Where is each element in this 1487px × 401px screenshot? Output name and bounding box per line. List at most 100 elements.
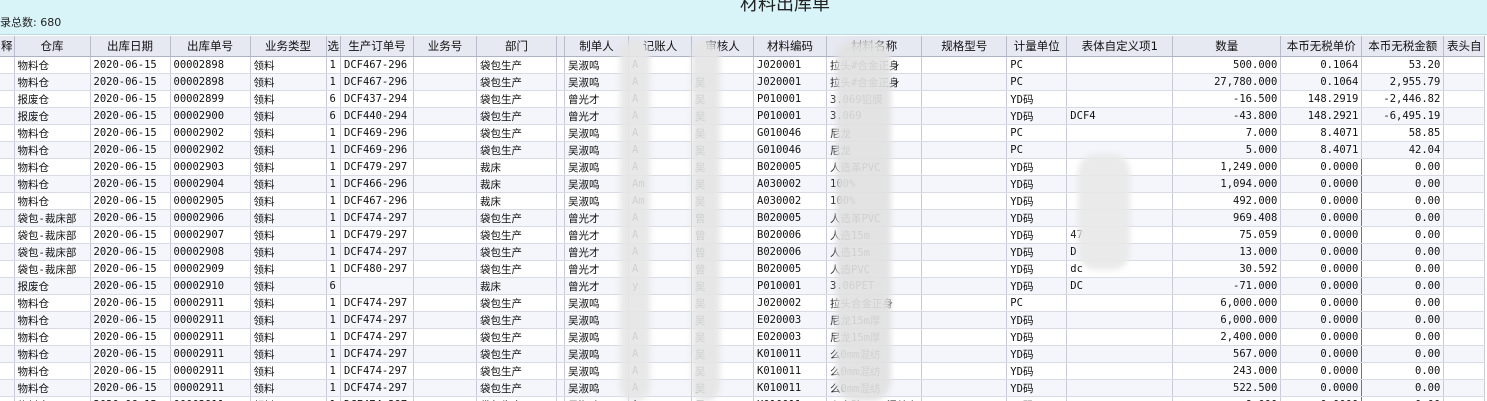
table-row[interactable]: 袋包-裁床部 2020-06-15 00002906 领料 1 DCF474-297 袋包生… [0, 209, 1486, 227]
column-header[interactable]: 本币无税单价 [1280, 36, 1363, 57]
table-cell [1066, 345, 1174, 363]
table-cell: 袋包生产 [476, 73, 557, 91]
column-header[interactable]: 数量 [1172, 36, 1282, 57]
table-row[interactable]: 物料仓 2020-06-15 00002904 领料 1 DCF466-296 裁床 吴淑鸣 A… [0, 175, 1486, 193]
table-row[interactable]: 物料仓 2020-06-15 00002902 领料 1 DCF469-296 袋包生产 吴淑… [0, 141, 1486, 159]
column-header[interactable]: 表体自定义项1 [1066, 36, 1174, 57]
table-row[interactable]: 袋包-裁床部 2020-06-15 00002908 领料 1 DCF474-297 袋包生… [0, 243, 1486, 261]
table-cell: 1,249.000 [1172, 158, 1282, 176]
table-cell [556, 90, 565, 108]
table-row[interactable]: 物料仓2020-06-1500002911领料1DCF474-297袋包生产吴淑… [0, 379, 1486, 397]
table-cell: 报废仓 [14, 90, 91, 108]
table-cell: 领料 [250, 141, 327, 159]
column-header[interactable]: 业务号 [413, 36, 477, 57]
table-cell [413, 209, 477, 227]
table-cell: DCF4 [1066, 107, 1174, 125]
table-row[interactable]: 报废仓2020-06-1500002910领料6裁床曾光才y吴P0100013.… [0, 277, 1486, 295]
table-cell: 袋包生产 [476, 90, 557, 108]
table-cell: B020006 [753, 226, 827, 244]
column-header[interactable]: 生产订单号 [340, 36, 414, 57]
table-row[interactable]: 物料仓2020-06-1500002911领料1DCF474-297袋包生产吴淑… [0, 396, 1486, 401]
column-header[interactable]: 表头自 [1443, 36, 1486, 57]
column-header[interactable]: 出库单号 [170, 36, 251, 57]
table-cell: 袋包生产 [476, 379, 557, 397]
column-header[interactable]: 规格型号 [921, 36, 1008, 57]
table-cell: B020005 [753, 260, 827, 278]
table-row[interactable]: 物料仓2020-06-1500002903领料1DCF479-297裁床吴淑鸣A… [0, 158, 1486, 176]
table-cell: 裁床 [476, 192, 557, 210]
table-cell: 0.00 [1361, 260, 1445, 278]
table-cell: 567.000 [1172, 345, 1282, 363]
table-row[interactable]: 物料仓2020-06-1500002911领料1DCF474-297袋包生产吴淑… [0, 345, 1486, 363]
table-cell [1443, 277, 1486, 295]
table-cell: 2020-06-15 [90, 141, 171, 159]
table-row[interactable]: 物料仓2020-06-1500002911领料1DCF474-297袋包生产吴淑… [0, 362, 1486, 380]
column-header[interactable]: 部门 [476, 36, 557, 57]
table-cell: 吴淑鸣 [564, 192, 629, 210]
table-cell: 0.00 [1361, 209, 1445, 227]
table-cell: 1 [326, 396, 341, 401]
page-title: 材料出库单 [740, 0, 830, 15]
table-cell: 2020-06-15 [90, 311, 171, 329]
column-header[interactable]: 仓库 [14, 36, 91, 57]
table-cell [413, 56, 477, 74]
table-row[interactable]: 物料仓 2020-06-15 00002898 领料 1 DCF467-296 袋包生产 吴淑… [0, 56, 1486, 74]
table-cell: DCF474-297 [340, 362, 414, 380]
table-cell [1443, 311, 1486, 329]
table-row[interactable]: 物料仓2020-06-1500002911领料1DCF474-297袋包生产吴淑… [0, 311, 1486, 329]
column-header[interactable]: 释 [0, 36, 15, 57]
table-cell: DCF467-296 [340, 56, 414, 74]
column-header[interactable]: 制单人 [564, 36, 629, 57]
table-row[interactable]: 报废仓 2020-06-15 00002900 领料 6 DCF440-294 袋包生产 曾光… [0, 107, 1486, 125]
table-cell [1443, 90, 1486, 108]
table-row[interactable]: 报废仓 2020-06-15 00002899 领料 6 DCF437-294 袋包生产 曾光… [0, 90, 1486, 108]
table-cell: 0.00 [1361, 345, 1445, 363]
table-cell: 物料仓 [14, 141, 91, 159]
table-cell: 领料 [250, 260, 327, 278]
table-cell: 物料仓 [14, 396, 91, 401]
table-row[interactable]: 物料仓2020-06-1500002911领料1DCF474-297袋包生产吴淑… [0, 294, 1486, 312]
table-cell: -6,495.19 [1361, 107, 1445, 125]
table-cell: 0.0000 [1280, 226, 1363, 244]
table-cell: 00002911 [170, 311, 251, 329]
column-header[interactable] [556, 36, 565, 57]
table-cell: P010001 [753, 107, 827, 125]
table-cell: 物料仓 [14, 345, 91, 363]
table-row[interactable]: 物料仓 2020-06-15 00002905 领料 1 DCF467-296 裁床 吴淑鸣 A… [0, 192, 1486, 210]
table-cell: 袋包生产 [476, 396, 557, 401]
table-cell: 裁床 [476, 175, 557, 193]
table-row[interactable]: 物料仓 2020-06-15 00002898 领料 1 DCF467-296 袋包生产 吴淑… [0, 73, 1486, 91]
table-cell: 1 [326, 192, 341, 210]
table-cell [413, 362, 477, 380]
table-cell: 袋包生产 [476, 362, 557, 380]
table-cell [921, 260, 1008, 278]
table-cell [921, 90, 1008, 108]
table-cell [921, 56, 1008, 74]
table-row[interactable]: 物料仓 2020-06-15 00002902 领料 1 DCF469-296 袋包生产 吴淑… [0, 124, 1486, 142]
table-cell [556, 107, 565, 125]
data-grid[interactable]: 释仓库出库日期出库单号业务类型选生产订单号业务号部门制单人记账人审核人材料编码材… [0, 36, 1487, 401]
table-cell: 75.059 [1172, 226, 1282, 244]
table-cell [413, 158, 477, 176]
table-cell [0, 209, 15, 227]
table-cell: 物料仓 [14, 362, 91, 380]
table-cell [556, 192, 565, 210]
table-cell: -71.000 [1172, 277, 1282, 295]
table-cell [413, 141, 477, 159]
column-header[interactable]: 计量单位 [1006, 36, 1068, 57]
table-cell: 1 [326, 260, 341, 278]
table-cell: J020001 [753, 73, 827, 91]
column-header[interactable]: 选 [326, 36, 341, 57]
table-cell: 1 [326, 226, 341, 244]
column-header[interactable]: 本币无税金额 [1361, 36, 1445, 57]
table-cell: 1 [326, 56, 341, 74]
table-row[interactable]: 物料仓2020-06-1500002911领料1DCF474-297袋包生产吴淑… [0, 328, 1486, 346]
column-header[interactable]: 业务类型 [250, 36, 327, 57]
table-row[interactable]: 袋包-裁床部 2020-06-15 00002909 领料 1 DCF480-297 袋包生… [0, 260, 1486, 278]
table-cell: YD码 [1006, 396, 1068, 401]
column-header[interactable]: 材料编码 [753, 36, 827, 57]
table-cell: 领料 [250, 56, 327, 74]
column-header[interactable]: 出库日期 [90, 36, 171, 57]
table-cell [921, 107, 1008, 125]
table-row[interactable]: 袋包-裁床部 2020-06-15 00002907 领料 1 DCF479-297 袋包生… [0, 226, 1486, 244]
